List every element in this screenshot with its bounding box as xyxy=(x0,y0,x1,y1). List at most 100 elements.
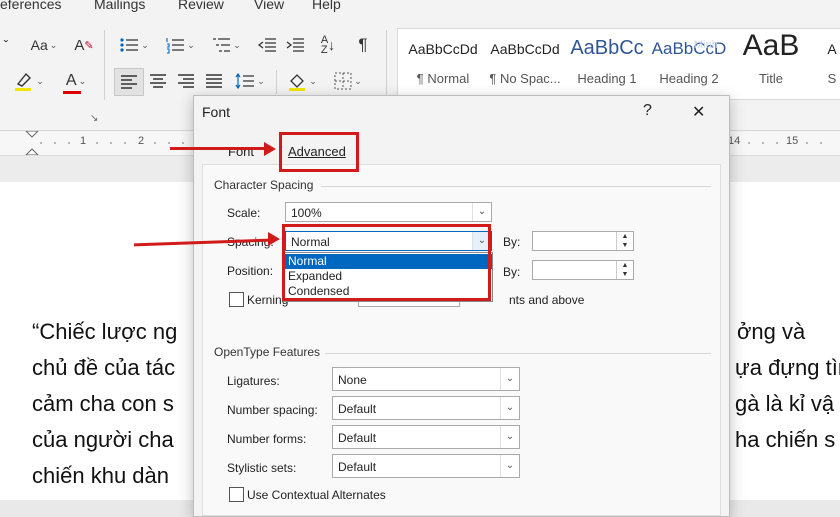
align-center-icon[interactable] xyxy=(146,70,170,92)
stylistic-sets-select[interactable]: Default ⌄ xyxy=(332,454,520,478)
spin-buttons[interactable]: ▲ ▼ xyxy=(616,232,633,250)
ruler-number: 2 xyxy=(138,135,145,147)
annotation-arrow-head xyxy=(268,232,280,246)
group-divider xyxy=(104,30,105,100)
document-line: chủ đề của tác xyxy=(32,355,176,380)
stylistic-sets-label: Stylistic sets: xyxy=(227,461,297,475)
style-title[interactable]: AaB Title xyxy=(730,29,812,99)
divider xyxy=(325,353,711,354)
numbered-list-icon xyxy=(166,38,185,54)
spin-down-icon[interactable]: ▼ xyxy=(617,241,633,250)
increase-indent-icon[interactable] xyxy=(284,34,306,56)
font-color-icon: A xyxy=(62,72,81,94)
justify-icon[interactable] xyxy=(202,70,226,92)
document-line: của người cha xyxy=(32,427,174,452)
chevron-down-icon: ⌄ xyxy=(187,39,195,50)
tab-help[interactable]: Help xyxy=(312,0,341,12)
dialog-launcher-icon[interactable]: ↘ xyxy=(90,113,98,124)
document-line-fragment: ha chiến s xyxy=(735,427,836,452)
change-case-button[interactable]: Aa ⌄ xyxy=(22,34,66,56)
borders-button[interactable]: ⌄ xyxy=(328,70,368,92)
chevron-down-icon: ⌄ xyxy=(500,455,519,477)
document-line-fragment: ựa đựng tìn xyxy=(735,355,840,380)
spin-up-icon[interactable]: ▲ xyxy=(617,261,633,270)
chevron-down-icon: ⌄ xyxy=(78,75,87,86)
style-no-spacing[interactable]: AaBbCcDd ¶ No Spac... xyxy=(484,29,566,99)
chevron-down-icon: ⌄ xyxy=(36,75,44,86)
chevron-down-icon: ⌄ xyxy=(500,426,519,448)
line-spacing-button[interactable]: ⌄ xyxy=(230,70,270,92)
help-button[interactable]: ? xyxy=(643,102,652,120)
decrease-indent-icon[interactable] xyxy=(256,34,278,56)
align-right-icon[interactable] xyxy=(174,70,198,92)
style-heading-1[interactable]: AaBbCc Heading 1 xyxy=(566,29,648,99)
style-subtitle[interactable]: A S xyxy=(812,29,840,99)
chevron-down-icon: ⌄ xyxy=(500,397,519,419)
clear-formatting-icon[interactable]: A ✎ xyxy=(72,34,96,56)
section-title: OpenType Features xyxy=(214,345,321,359)
chevron-down-icon: ⌄ xyxy=(500,368,519,390)
document-line-fragment: ởng và xyxy=(737,319,806,344)
annotation-box-advanced-tab xyxy=(279,132,359,172)
spacing-by-input[interactable]: ▲ ▼ xyxy=(532,231,634,251)
font-color-button[interactable]: A ⌄ xyxy=(56,70,96,94)
chevron-down-icon: ⌄ xyxy=(49,39,58,50)
tab-view[interactable]: View xyxy=(254,0,284,12)
divider xyxy=(321,186,711,187)
document-line: chiến khu dàn xyxy=(32,463,169,488)
shading-button[interactable]: ⌄ xyxy=(282,70,322,92)
tab-references[interactable]: eferences xyxy=(0,0,61,12)
highlight-color-button[interactable]: ⌄ xyxy=(8,70,48,92)
annotation-box-spacing xyxy=(282,224,491,301)
by-label: By: xyxy=(503,235,521,249)
multilevel-list-icon xyxy=(213,38,231,52)
spin-up-icon[interactable]: ▲ xyxy=(617,232,633,241)
number-spacing-select[interactable]: Default ⌄ xyxy=(332,396,520,420)
chevron-down-icon: ⌄ xyxy=(141,39,149,50)
spin-down-icon[interactable]: ▼ xyxy=(617,270,633,279)
advanced-tab-panel: Character Spacing Scale: 100% ⌄ Spacing:… xyxy=(202,164,721,516)
bullet-list-icon xyxy=(120,38,139,52)
section-title: Character Spacing xyxy=(214,178,314,192)
chevron-down-icon: ⌄ xyxy=(472,203,491,221)
group-divider xyxy=(276,70,277,94)
line-spacing-icon xyxy=(235,72,255,90)
document-line: cảm cha con s xyxy=(32,391,174,416)
ligatures-label: Ligatures: xyxy=(227,374,280,388)
highlighter-icon xyxy=(15,72,32,91)
spin-buttons[interactable]: ▲ ▼ xyxy=(616,261,633,279)
close-icon[interactable]: ✕ xyxy=(692,102,705,122)
by-label: By: xyxy=(503,265,521,279)
tab-review[interactable]: Review xyxy=(178,0,224,12)
styles-gallery: AaBbCcDd ¶ Normal AaBbCcDd ¶ No Spac... … xyxy=(397,28,840,100)
style-normal[interactable]: AaBbCcDd ¶ Normal xyxy=(402,29,484,99)
position-label: Position: xyxy=(227,264,274,278)
document-line-fragment: gà là kỉ vậ xyxy=(735,391,835,416)
ligatures-select[interactable]: None ⌄ xyxy=(332,367,520,391)
tab-mailings[interactable]: Mailings xyxy=(94,0,145,12)
multilevel-list-button[interactable]: ⌄ xyxy=(206,34,246,56)
numbering-button[interactable]: ⌄ xyxy=(160,34,200,56)
ruler-number: 15 xyxy=(786,135,799,147)
number-forms-label: Number forms: xyxy=(227,432,307,446)
ruler-number: 1 xyxy=(80,135,87,147)
watermark-logo: Minh xyxy=(694,39,718,51)
chevron-down-icon: ⌄ xyxy=(309,75,317,86)
scale-label: Scale: xyxy=(227,206,261,220)
annotation-arrow xyxy=(170,147,266,150)
kerning-checkbox[interactable] xyxy=(229,292,244,307)
borders-icon xyxy=(334,72,352,90)
chevron-down-icon: ⌄ xyxy=(354,75,362,86)
paint-bucket-icon xyxy=(289,74,306,91)
pilcrow-icon[interactable]: ¶ xyxy=(352,34,374,56)
font-size-decrease-icon[interactable]: ˇ xyxy=(0,34,12,56)
annotation-arrow-head xyxy=(264,142,276,156)
scale-select[interactable]: 100% ⌄ xyxy=(285,202,492,222)
align-left-icon[interactable] xyxy=(114,68,144,96)
kerning-suffix-label: nts and above xyxy=(509,293,585,307)
position-by-input[interactable]: ▲ ▼ xyxy=(532,260,634,280)
number-spacing-label: Number spacing: xyxy=(227,403,318,417)
bullets-button[interactable]: ⌄ xyxy=(114,34,154,56)
sort-icon[interactable]: A Z ↓ xyxy=(316,34,340,56)
number-forms-select[interactable]: Default ⌄ xyxy=(332,425,520,449)
